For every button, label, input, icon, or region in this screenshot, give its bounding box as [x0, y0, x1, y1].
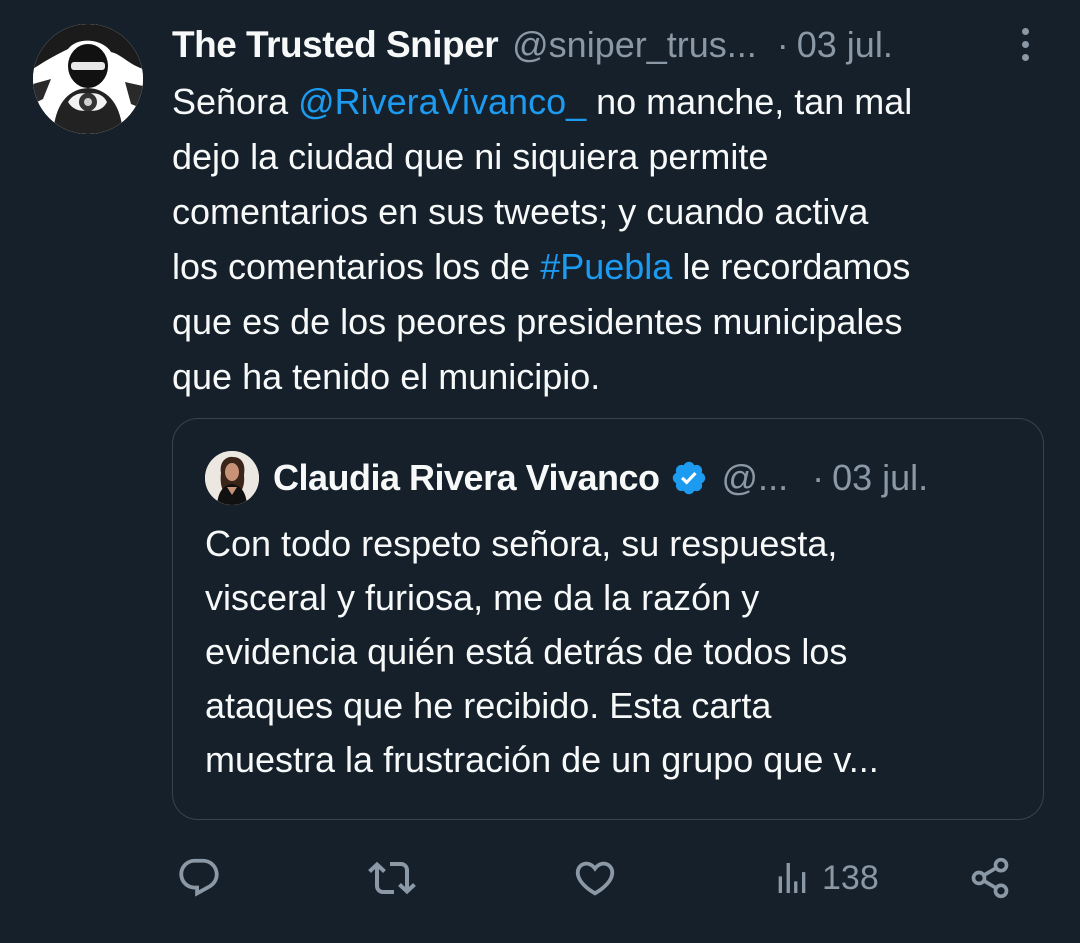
- tweet-text-line: que es de los peores presidentes municip…: [172, 294, 1062, 349]
- like-icon: [575, 861, 615, 896]
- separator-dot: ·: [812, 457, 825, 498]
- share-icon: [971, 857, 1009, 899]
- masked-person-avatar-icon: [33, 24, 143, 134]
- quoted-tweet-date[interactable]: 03 jul.: [832, 457, 928, 499]
- quoted-tweet-text: Con todo respeto señora, su respuesta, v…: [205, 517, 1025, 787]
- views-button[interactable]: 138: [772, 850, 879, 906]
- more-vertical-icon[interactable]: [1010, 28, 1040, 68]
- text-segment: le recordamos: [672, 246, 911, 287]
- quoted-tweet-header: Claudia Rivera Vivanco @... · 03 jul.: [273, 451, 928, 505]
- verified-badge-icon: [670, 459, 708, 497]
- quoted-tweet[interactable]: Claudia Rivera Vivanco @... · 03 jul. Co…: [172, 418, 1044, 820]
- tweet-header: The Trusted Sniper @sniper_trus... · 03 …: [172, 20, 1052, 70]
- tweet-text: Señora @RiveraVivanco_ no manche, tan ma…: [172, 74, 1062, 404]
- quoted-author-avatar[interactable]: [205, 451, 259, 505]
- retweet-button[interactable]: [368, 850, 416, 906]
- author-avatar[interactable]: [33, 24, 143, 134]
- quoted-text-line: muestra la frustración de un grupo que v…: [205, 739, 879, 780]
- text-segment: que ha tenido el municipio.: [172, 356, 601, 397]
- text-segment: comentarios en sus tweets; y cuando acti…: [172, 191, 869, 232]
- quoted-text-line: visceral y furiosa, me da la razón y: [205, 577, 760, 618]
- quoted-author-display-name[interactable]: Claudia Rivera Vivanco: [273, 457, 660, 499]
- tweet-text-line: dejo la ciudad que ni siquiera permite: [172, 129, 1062, 184]
- tweet-text-line: los comentarios los de #Puebla le record…: [172, 239, 1062, 294]
- text-segment: que es de los peores presidentes municip…: [172, 301, 903, 342]
- reply-icon: [179, 858, 219, 897]
- views-icon: [778, 863, 806, 893]
- hashtag-link[interactable]: #Puebla: [540, 246, 672, 287]
- quoted-text-line: Con todo respeto señora, su respuesta,: [205, 523, 838, 564]
- views-count: 138: [822, 858, 879, 897]
- tweet[interactable]: The Trusted Sniper @sniper_trus... · 03 …: [0, 0, 1080, 943]
- reply-button[interactable]: [176, 850, 222, 906]
- tweet-text-line: Señora @RiveraVivanco_ no manche, tan ma…: [172, 74, 1062, 129]
- tweet-text-line: comentarios en sus tweets; y cuando acti…: [172, 184, 1062, 239]
- tweet-date[interactable]: 03 jul.: [797, 24, 893, 66]
- author-display-name[interactable]: The Trusted Sniper: [172, 24, 499, 66]
- text-segment: dejo la ciudad que ni siquiera permite: [172, 136, 769, 177]
- share-button[interactable]: [968, 850, 1012, 906]
- woman-portrait-avatar-icon: [205, 451, 259, 505]
- quoted-author-handle[interactable]: @...: [722, 457, 789, 499]
- like-button[interactable]: [572, 850, 618, 906]
- text-segment: no manche, tan mal: [586, 81, 913, 122]
- quoted-text-line: evidencia quién está detrás de todos los: [205, 631, 848, 672]
- author-handle[interactable]: @sniper_trus...: [512, 24, 757, 66]
- text-segment: los comentarios los de: [172, 246, 541, 287]
- quoted-text-line: ataques que he recibido. Esta carta: [205, 685, 772, 726]
- separator-dot: ·: [776, 24, 789, 65]
- retweet-icon: [368, 861, 416, 895]
- text-segment: Señora: [172, 81, 299, 122]
- mention-link[interactable]: @RiveraVivanco_: [298, 81, 586, 122]
- tweet-action-bar: 138: [172, 850, 1042, 906]
- tweet-text-line: que ha tenido el municipio.: [172, 349, 1062, 404]
